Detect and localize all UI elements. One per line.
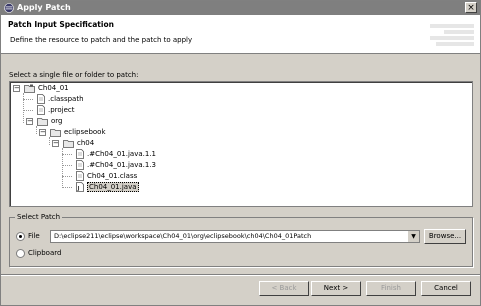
tree-item-ch04-01-java-1-1[interactable]: .#Ch04_01.java.1.1 (76, 149, 156, 160)
select-patch-label: Select Patch (15, 213, 63, 221)
page-description: Define the resource to patch and the pat… (10, 36, 193, 44)
clipboard-radio[interactable] (16, 249, 25, 258)
tree-expander[interactable]: − (52, 140, 59, 147)
button-separator (1, 274, 480, 276)
tree-item-ch04-01-java-1-3[interactable]: .#Ch04_01.java.1.3 (76, 160, 156, 171)
select-patch-group: Select Patch File D:\eclipse211\eclipse\… (9, 213, 473, 267)
wizard-header: Patch Input Specification Define the res… (1, 15, 480, 54)
tree-expander[interactable]: − (13, 85, 20, 92)
file-icon (37, 94, 45, 104)
tree-expander[interactable]: − (39, 129, 46, 136)
tree-item-ch04-01-java[interactable]: J Ch04_01.java (76, 182, 139, 193)
tree-item-project[interactable]: .project (37, 105, 75, 116)
patch-file-path: D:\eclipse211\eclipse\workspace\Ch04_01\… (54, 232, 312, 240)
tree-item-org[interactable]: org (37, 116, 62, 127)
tree-item-ch04-01-class[interactable]: Ch04_01.class (76, 171, 137, 182)
project-folder-icon (24, 84, 35, 93)
file-radio[interactable] (16, 232, 25, 241)
folder-icon (37, 117, 48, 126)
chevron-down-icon[interactable]: ▼ (407, 231, 419, 242)
tree-item-ch04-01[interactable]: Ch04_01 (24, 83, 69, 94)
tree-expander[interactable]: − (26, 118, 33, 125)
browse-button[interactable]: Browse... (424, 229, 466, 244)
file-radio-label[interactable]: File (28, 232, 40, 240)
next-button[interactable]: Next > (311, 281, 361, 296)
cancel-button[interactable]: Cancel (421, 281, 471, 296)
resource-label: Select a single file or folder to patch: (9, 71, 139, 79)
tree-item-eclipsebook[interactable]: eclipsebook (50, 127, 106, 138)
window-title: Apply Patch (17, 3, 71, 12)
file-icon (76, 171, 84, 181)
tree-item-classpath[interactable]: .classpath (37, 94, 84, 105)
resource-tree[interactable]: − Ch04_01 .classpath .project − org − ec… (9, 81, 473, 207)
file-icon (76, 160, 84, 170)
page-title: Patch Input Specification (8, 20, 114, 29)
back-button[interactable]: < Back (259, 281, 309, 296)
clipboard-radio-label[interactable]: Clipboard (28, 249, 61, 257)
folder-icon (50, 128, 61, 137)
svg-text:J: J (77, 186, 80, 192)
patch-file-path-combo[interactable]: D:\eclipse211\eclipse\workspace\Ch04_01\… (50, 230, 420, 243)
file-icon (37, 105, 45, 115)
tree-item-ch04[interactable]: ch04 (63, 138, 94, 149)
apply-patch-dialog: Apply Patch × Patch Input Specification … (0, 0, 481, 306)
folder-icon (63, 139, 74, 148)
finish-button[interactable]: Finish (366, 281, 416, 296)
close-button[interactable]: × (465, 2, 477, 13)
radio-selected-dot (19, 235, 22, 238)
java-file-icon: J (76, 182, 84, 192)
close-icon: × (467, 3, 475, 13)
file-icon (76, 149, 84, 159)
app-icon (4, 3, 14, 13)
title-bar: Apply Patch × (1, 1, 480, 15)
